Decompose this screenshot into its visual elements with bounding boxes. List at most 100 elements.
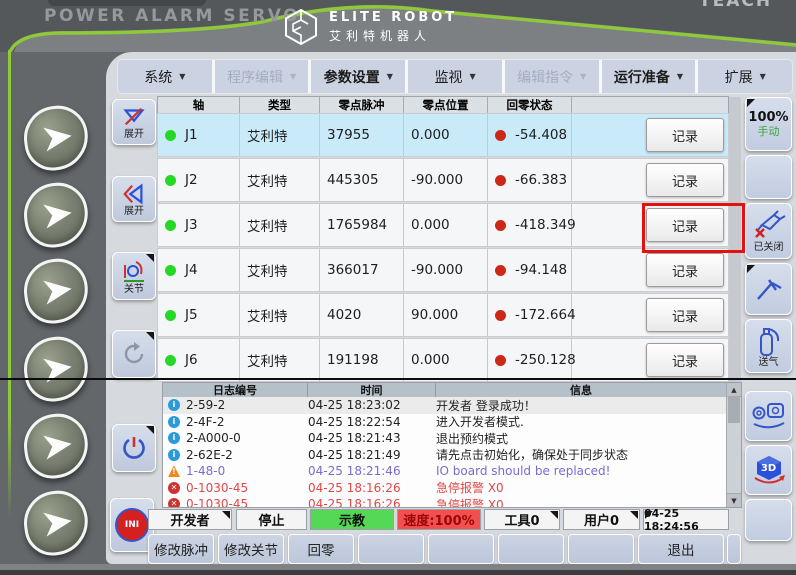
expand-down-button[interactable]: 展开 bbox=[112, 99, 156, 145]
blank-function-button[interactable] bbox=[428, 534, 494, 564]
position-cell: 0.000 bbox=[404, 339, 488, 381]
info-icon: i bbox=[168, 449, 180, 461]
joint-label: 关节 bbox=[124, 285, 144, 295]
blank-sidebar-button[interactable] bbox=[745, 155, 792, 199]
menu-item-program-edit: 程序编辑▼ bbox=[215, 60, 309, 93]
record-cell: 记录 bbox=[572, 249, 728, 291]
tool-label: 工具0 bbox=[504, 510, 539, 529]
log-row[interactable]: ✕0-1030-4504-25 18:16:26急停报警 X0 bbox=[163, 480, 726, 497]
table-row[interactable]: J4 艾利特 366017 -90.000 -94.148 记录 bbox=[158, 249, 728, 291]
log-message: 进入开发者模式. bbox=[436, 413, 726, 430]
record-cell: 记录 bbox=[572, 159, 728, 201]
log-row[interactable]: i2-A000-004-25 18:21:43退出预约模式 bbox=[163, 430, 726, 447]
menu-label: 系统 bbox=[144, 67, 172, 87]
log-scrollbar[interactable]: ▲ ▼ bbox=[726, 383, 741, 507]
scroll-down-button[interactable]: ▼ bbox=[727, 493, 741, 507]
record-button[interactable]: 记录 bbox=[646, 343, 724, 377]
blank-sidebar-button[interactable] bbox=[745, 499, 792, 541]
record-button[interactable]: 记录 bbox=[646, 118, 724, 152]
table-row[interactable]: J6 艾利特 191198 0.000 -250.128 记录 bbox=[158, 339, 728, 381]
gas-cylinder-icon bbox=[754, 325, 784, 357]
blank-function-button[interactable] bbox=[498, 534, 564, 564]
corner-mark-icon bbox=[645, 511, 653, 519]
green-accent-line bbox=[8, 50, 11, 518]
arrow-icon bbox=[27, 417, 86, 476]
axis-cell: J4 bbox=[158, 249, 240, 291]
joint-mode-button[interactable]: 关节 bbox=[112, 252, 156, 300]
menu-item-system[interactable]: 系统 ▼ bbox=[118, 60, 212, 93]
menu-item-extend[interactable]: 扩展▼ bbox=[698, 60, 792, 93]
view3d-button[interactable]: 3D bbox=[745, 445, 792, 495]
chevron-down-icon: ▼ bbox=[179, 72, 185, 81]
scroll-thumb[interactable] bbox=[728, 397, 740, 423]
menu-item-parameter-settings[interactable]: 参数设置▼ bbox=[311, 60, 405, 93]
log-row[interactable]: i2-4F-204-25 18:22:54进入开发者模式. bbox=[163, 414, 726, 431]
tool-field[interactable]: 工具0 bbox=[484, 509, 560, 530]
operator-field[interactable]: 开发者 bbox=[148, 509, 232, 530]
record-button[interactable]: 记录 bbox=[646, 298, 724, 332]
error-icon: ✕ bbox=[168, 498, 180, 507]
record-button[interactable]: 记录 bbox=[646, 253, 724, 287]
menu-item-run-prepare[interactable]: 运行准备▼ bbox=[602, 60, 696, 93]
menu-item-monitor[interactable]: 监视▼ bbox=[408, 60, 502, 93]
log-row[interactable]: i2-59-204-25 18:23:02开发者 登录成功！ bbox=[163, 397, 726, 414]
position-cell: -90.000 bbox=[404, 159, 488, 201]
scroll-up-button[interactable]: ▲ bbox=[727, 383, 741, 397]
torch-off-button[interactable]: 已关闭 bbox=[745, 203, 792, 259]
status-value: -94.148 bbox=[515, 262, 567, 278]
chevron-down-icon: ▼ bbox=[760, 72, 766, 81]
pulse-cell: 4020 bbox=[320, 294, 404, 336]
log-row[interactable]: !1-48-004-25 18:21:46IO board should be … bbox=[163, 463, 726, 480]
torch-button[interactable] bbox=[745, 263, 792, 315]
header-position: 零点位置 bbox=[404, 97, 488, 113]
axis-cell: J2 bbox=[158, 159, 240, 201]
log-message: 急停报警 X0 bbox=[436, 479, 726, 496]
corner-mark-icon bbox=[146, 426, 154, 434]
status-cell: -54.408 bbox=[488, 114, 572, 156]
type-cell: 艾利特 bbox=[240, 159, 320, 201]
user-frame-field[interactable]: 用户0 bbox=[563, 509, 640, 530]
blank-function-button[interactable] bbox=[568, 534, 634, 564]
speed-mode-button[interactable]: 100% 手动 bbox=[745, 97, 792, 151]
log-time: 04-25 18:21:49 bbox=[308, 448, 436, 462]
pulse-cell: 1765984 bbox=[320, 204, 404, 246]
table-row[interactable]: J5 艾利特 4020 90.000 -172.664 记录 bbox=[158, 294, 728, 336]
blank-function-button[interactable] bbox=[727, 534, 741, 564]
corner-mark-icon bbox=[146, 254, 154, 262]
log-time: 04-25 18:22:54 bbox=[308, 415, 436, 429]
log-message: 急停报警 X0 bbox=[436, 496, 726, 507]
axis-label: J6 bbox=[185, 352, 198, 368]
expand-label: 展开 bbox=[124, 207, 144, 217]
modify-joint-button[interactable]: 修改关节 bbox=[218, 534, 284, 564]
expand-left-button[interactable]: 展开 bbox=[112, 176, 156, 222]
blank-function-button[interactable] bbox=[358, 534, 424, 564]
power-button[interactable] bbox=[112, 424, 156, 472]
table-row[interactable]: J1 艾利特 37955 0.000 -54.408 记录 bbox=[158, 114, 728, 156]
log-time: 04-25 18:23:02 bbox=[308, 398, 436, 412]
log-row[interactable]: i2-62E-204-25 18:21:49请先点击初始化，确保处于同步状态 bbox=[163, 447, 726, 464]
warning-icon: ! bbox=[168, 465, 180, 477]
axis-cell: J5 bbox=[158, 294, 240, 336]
error-icon: ✕ bbox=[168, 482, 180, 494]
menu-label: 参数设置 bbox=[324, 67, 380, 87]
arrow-icon bbox=[27, 109, 86, 168]
sync-rotate-button[interactable] bbox=[112, 330, 156, 378]
button-label: 回零 bbox=[308, 539, 335, 559]
home-button[interactable]: 回零 bbox=[288, 534, 354, 564]
type-cell: 艾利特 bbox=[240, 114, 320, 156]
modify-pulse-button[interactable]: 修改脉冲 bbox=[148, 534, 214, 564]
tracking-button[interactable] bbox=[745, 391, 792, 441]
status-cell: -250.128 bbox=[488, 339, 572, 381]
datetime-label: 04-25 18:24:56 bbox=[644, 507, 728, 533]
status-value: -418.349 bbox=[515, 217, 576, 233]
log-row[interactable]: ✕0-1030-4504-25 18:16:26急停报警 X0 bbox=[163, 496, 726, 507]
gas-button[interactable]: 送气 bbox=[745, 319, 792, 373]
log-header-info: 信息 bbox=[436, 383, 726, 397]
exit-button[interactable]: 退出 bbox=[638, 534, 724, 564]
chevron-down-icon: ▼ bbox=[580, 72, 586, 81]
table-row[interactable]: J2 艾利特 445305 -90.000 -66.383 记录 bbox=[158, 159, 728, 201]
operator-label: 开发者 bbox=[170, 510, 209, 529]
speed-field[interactable]: 速度:100% bbox=[397, 509, 481, 530]
record-button[interactable]: 记录 bbox=[646, 163, 724, 197]
position-cell: 0.000 bbox=[404, 114, 488, 156]
